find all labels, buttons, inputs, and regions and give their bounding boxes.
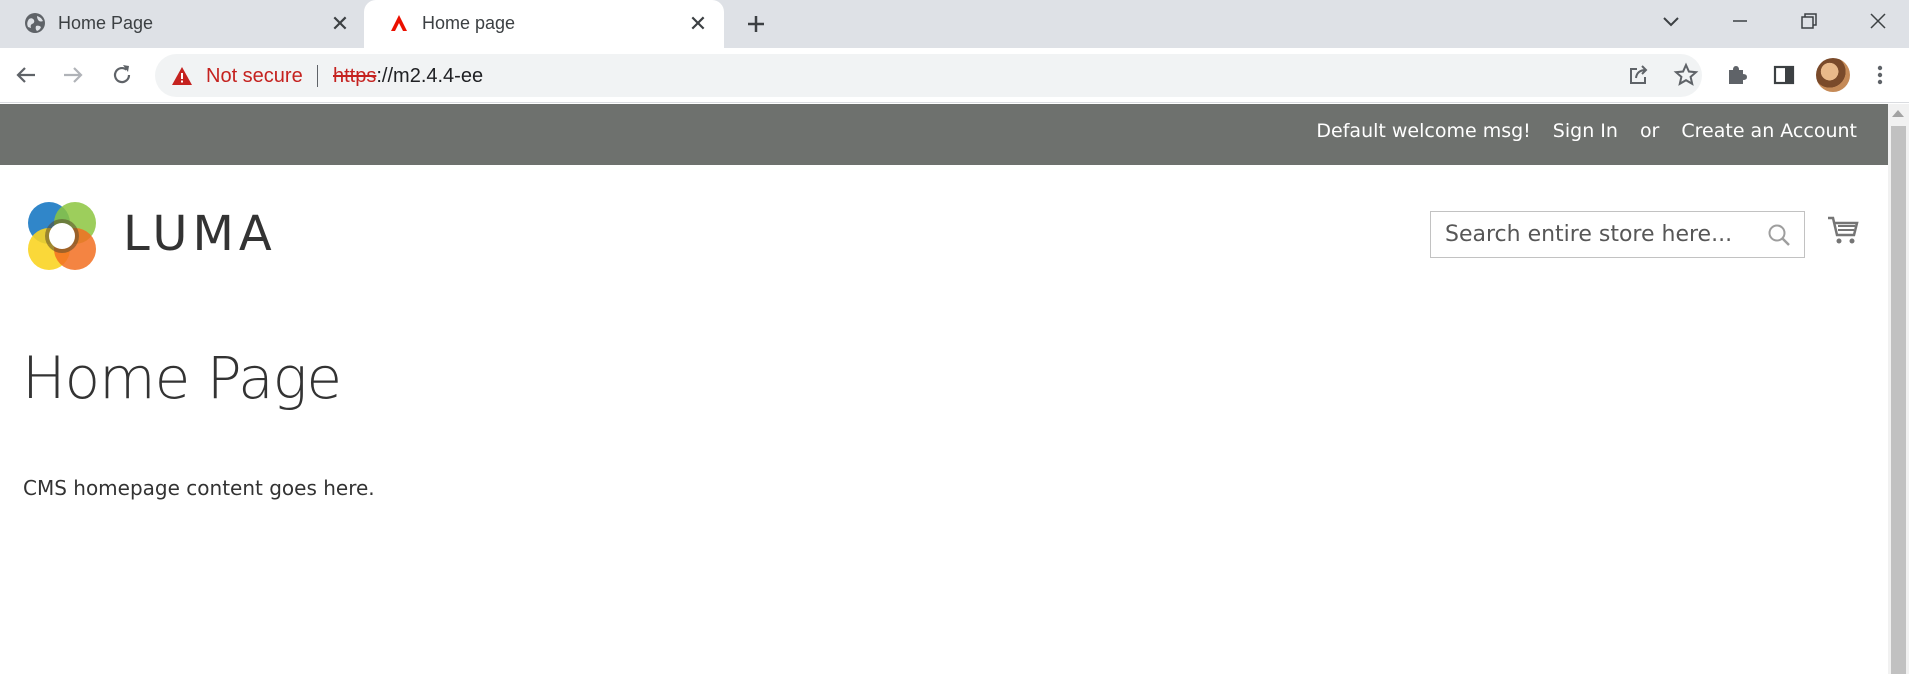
bookmark-star-icon[interactable]	[1671, 60, 1701, 90]
magento-icon	[391, 15, 407, 31]
more-menu-icon[interactable]	[1865, 60, 1895, 90]
tab-title: Home page	[422, 13, 516, 33]
scrollbar-thumb[interactable]	[1891, 126, 1906, 674]
search-box[interactable]	[1430, 211, 1805, 258]
minimize-icon[interactable]	[1725, 6, 1755, 36]
globe-icon	[25, 13, 45, 33]
url-scheme: https	[333, 65, 377, 87]
or-text: or	[1639, 120, 1660, 142]
luma-logo[interactable]: LUMA	[23, 198, 273, 276]
search-icon[interactable]	[1766, 222, 1792, 248]
shopping-cart-icon[interactable]	[1826, 213, 1860, 247]
tab-title: Home Page	[58, 13, 154, 33]
scroll-up-arrow-icon[interactable]	[1892, 110, 1904, 117]
back-arrow-icon[interactable]	[11, 60, 41, 90]
separator	[317, 65, 318, 87]
top-panel-header: Default welcome msg! Sign In or Create a…	[0, 104, 1888, 165]
extensions-icon[interactable]	[1722, 60, 1752, 90]
profile-avatar[interactable]	[1816, 58, 1850, 92]
vertical-scrollbar[interactable]	[1888, 104, 1909, 674]
luma-logo-mark-icon	[28, 202, 96, 270]
search-input[interactable]	[1431, 212, 1756, 257]
browser-toolbar: Not secure https://m2.4.4-ee	[0, 48, 1909, 103]
page-title: Home Page	[22, 344, 342, 412]
share-icon[interactable]	[1624, 60, 1654, 90]
reload-icon[interactable]	[107, 60, 137, 90]
browser-tab-strip: Home Page ✕ Home page ✕	[0, 0, 1909, 48]
url-text[interactable]: https://m2.4.4-ee	[333, 65, 483, 88]
not-secure-label[interactable]: Not secure	[206, 65, 303, 88]
browser-tab-home-page[interactable]: Home Page ✕	[0, 0, 364, 48]
cms-content: CMS homepage content goes here.	[23, 476, 375, 500]
page-viewport: Default welcome msg! Sign In or Create a…	[0, 104, 1888, 674]
close-window-icon[interactable]	[1863, 6, 1893, 36]
url-host: ://m2.4.4-ee	[376, 65, 484, 87]
warning-icon[interactable]	[171, 65, 193, 87]
close-tab-icon[interactable]: ✕	[687, 13, 709, 35]
sign-in-link[interactable]: Sign In	[1553, 120, 1618, 142]
header-links: Default welcome msg! Sign In or Create a…	[1316, 120, 1857, 142]
create-account-link[interactable]: Create an Account	[1681, 120, 1857, 142]
welcome-message: Default welcome msg!	[1316, 120, 1531, 142]
side-panel-icon[interactable]	[1769, 60, 1799, 90]
browser-tab-home-page-active[interactable]: Home page ✕	[364, 0, 724, 48]
address-bar[interactable]: Not secure https://m2.4.4-ee	[155, 54, 1702, 97]
logo-text: LUMA	[123, 206, 277, 262]
close-tab-icon[interactable]: ✕	[329, 13, 351, 35]
tab-search-chevron-icon[interactable]	[1656, 6, 1686, 36]
restore-icon[interactable]	[1794, 6, 1824, 36]
new-tab-icon[interactable]	[741, 9, 771, 39]
forward-arrow-icon[interactable]	[58, 60, 88, 90]
